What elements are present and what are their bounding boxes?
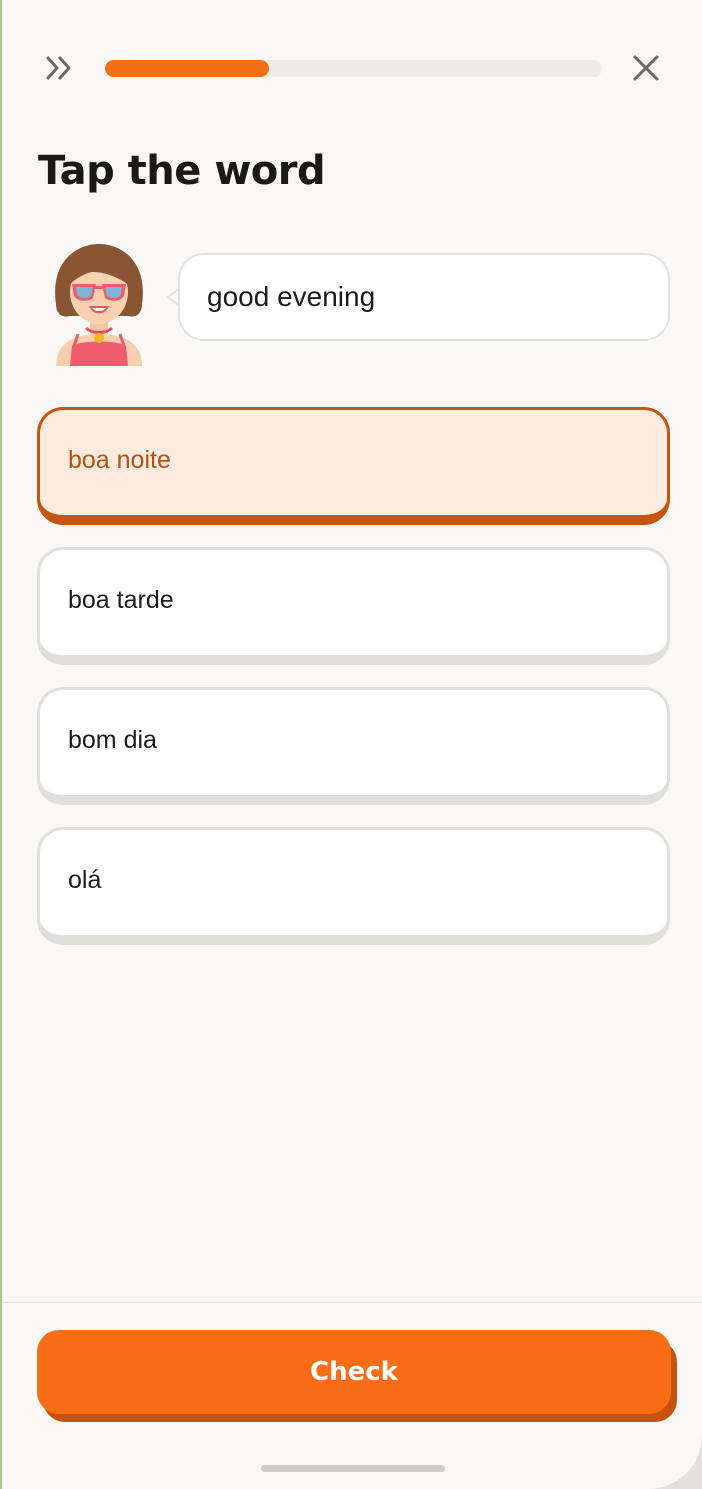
home-indicator [261, 1465, 445, 1472]
answer-option-label: boa noite [68, 446, 171, 474]
progress-bar [105, 60, 602, 77]
answer-option[interactable]: boa tarde [37, 547, 670, 665]
answer-option-label: bom dia [68, 726, 157, 754]
prompt-speech-bubble: good evening [178, 253, 670, 341]
answer-option-label: boa tarde [68, 586, 174, 614]
double-chevron-right-icon[interactable] [42, 52, 78, 84]
top-bar [2, 40, 702, 96]
footer-divider [2, 1302, 702, 1303]
lesson-screen: Tap the word good evening boa noite boa … [0, 0, 702, 1489]
exercise-title: Tap the word [38, 148, 326, 194]
answer-option-label: olá [68, 866, 102, 894]
answer-options: boa noite boa tarde bom dia olá [37, 407, 670, 967]
answer-option[interactable]: bom dia [37, 687, 670, 805]
progress-bar-fill [105, 60, 269, 77]
prompt-text: good evening [207, 281, 376, 312]
answer-option[interactable]: boa noite [37, 407, 670, 525]
woman-with-sunglasses-avatar [48, 242, 150, 366]
close-icon[interactable] [628, 50, 664, 86]
check-button[interactable]: Check [37, 1330, 671, 1414]
answer-option[interactable]: olá [37, 827, 670, 945]
